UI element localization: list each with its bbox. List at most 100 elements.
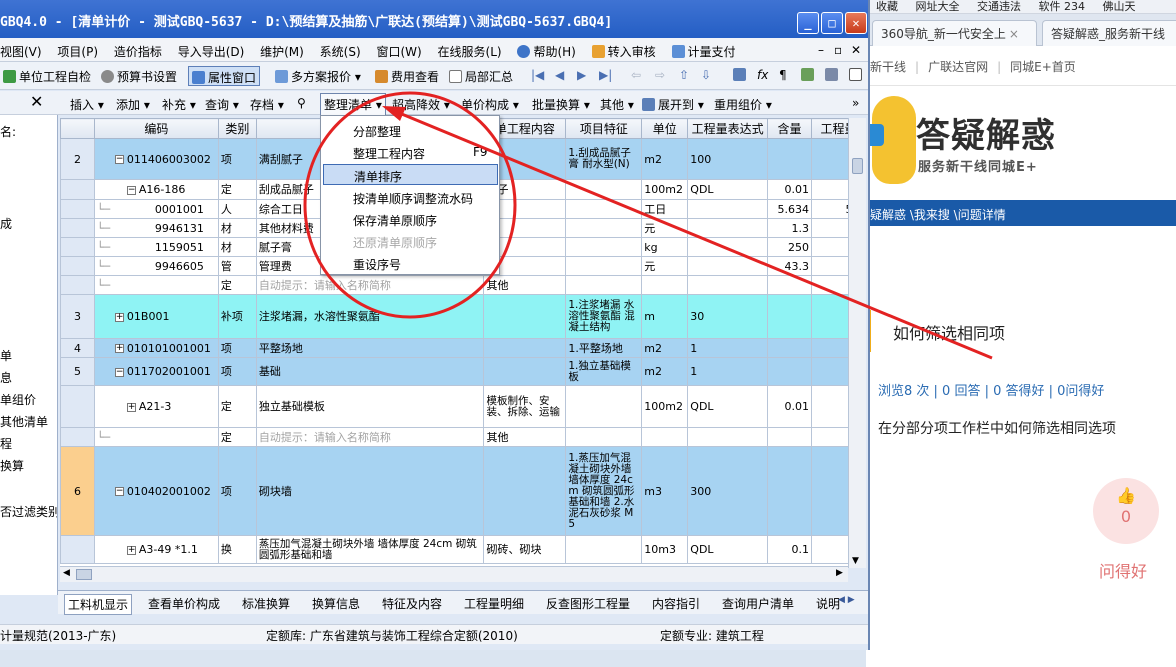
feature-cell[interactable] (565, 218, 643, 238)
minimize-button[interactable]: _ (797, 12, 819, 34)
favorites-item[interactable]: 佛山天 (1103, 0, 1136, 13)
unit-cell[interactable]: m2 (641, 357, 689, 386)
feature-cell[interactable] (565, 199, 643, 219)
other-menu[interactable]: 其他 ▾ (600, 96, 634, 113)
unit-cell[interactable]: 元 (641, 218, 689, 238)
category-cell[interactable]: 项 (217, 357, 257, 386)
supplement-menu[interactable]: 补充 ▾ (162, 96, 196, 113)
expression-cell[interactable]: 1 (687, 338, 769, 358)
header-category[interactable]: 类别 (217, 118, 257, 139)
breadcrumb[interactable]: 疑解惑 \我来搜 \问题详情 (866, 200, 1176, 226)
collapse-icon[interactable]: − (114, 367, 124, 377)
maximize-button[interactable]: □ (821, 12, 843, 34)
menu-system[interactable]: 系统(S) (320, 45, 361, 59)
archive-menu[interactable]: 存档 ▾ (250, 96, 284, 113)
content-cell[interactable] (483, 357, 567, 386)
menu-import-export[interactable]: 导入导出(D) (178, 45, 245, 59)
header-unit[interactable]: 单位 (641, 118, 689, 139)
name-cell[interactable]: 砌块墙 (255, 446, 485, 536)
vertical-scrollbar[interactable]: ▼ (848, 118, 866, 568)
amount-cell[interactable]: 0.1 (767, 535, 813, 564)
category-cell[interactable]: 项 (217, 338, 257, 358)
expression-cell[interactable]: QDL (687, 535, 769, 564)
menu-cost-index[interactable]: 造价指标 (114, 45, 162, 59)
code-cell[interactable]: └─ 0001001 (93, 199, 219, 219)
close-icon[interactable]: × (1009, 27, 1019, 41)
panel-item[interactable]: 否过滤类别 (0, 503, 57, 520)
menu-review[interactable]: 转入审核 (591, 45, 656, 59)
content-cell[interactable]: 其他 (483, 427, 567, 447)
code-cell[interactable]: + A3-49 *1.1 (93, 535, 219, 564)
category-cell[interactable]: 定 (217, 179, 257, 200)
menu-item-section-organize[interactable]: 分部整理 (323, 120, 498, 141)
category-cell[interactable]: 管 (217, 256, 257, 276)
expression-cell[interactable]: 30 (687, 294, 769, 339)
export-icon[interactable] (822, 66, 844, 86)
expression-cell[interactable]: QDL (687, 179, 769, 200)
prev-record-icon[interactable]: ◀ (552, 66, 567, 86)
table-row[interactable]: └─ 定 自动提示：请输入名称简称 其他 (60, 427, 866, 447)
content-cell[interactable]: 模板制作、安装、拆除、运输 (483, 385, 567, 428)
code-cell[interactable]: └─ (93, 275, 219, 295)
code-cell[interactable]: − A16-186 (93, 179, 219, 200)
expression-cell[interactable] (687, 256, 769, 276)
category-cell[interactable]: 补项 (217, 294, 257, 339)
code-cell[interactable]: −011702001001 (93, 357, 219, 386)
copy-icon[interactable] (798, 66, 820, 86)
favorites-item[interactable]: 收藏 (876, 0, 898, 13)
unit-cell[interactable]: kg (641, 237, 689, 257)
expression-cell[interactable]: 1 (687, 357, 769, 386)
category-cell[interactable]: 人 (217, 199, 257, 219)
height-reduction-menu[interactable]: 超高降效 ▾ (392, 96, 450, 113)
amount-cell[interactable] (767, 446, 813, 536)
menu-item-organize-content[interactable]: 整理工程内容 F9 (323, 142, 498, 163)
panel-item[interactable]: 息 (0, 369, 12, 386)
feature-cell[interactable] (565, 237, 643, 257)
amount-cell[interactable]: 1.3 (767, 218, 813, 238)
last-record-icon[interactable]: ▶| (596, 66, 615, 86)
code-cell[interactable]: └─ 9946605 (93, 256, 219, 276)
menu-payment[interactable]: 计量支付 (671, 45, 736, 59)
category-cell[interactable]: 定 (217, 427, 257, 447)
query-menu[interactable]: 查询 ▾ (205, 96, 239, 113)
paragraph-icon[interactable]: ¶ (776, 66, 790, 86)
partial-summary-button[interactable]: 局部汇总 (446, 66, 516, 86)
panel-item[interactable]: 程 (0, 435, 12, 452)
name-cell[interactable]: 蒸压加气混凝土砌块外墙 墙体厚度 24cm 砌筑圆弧形基础和墙 (255, 535, 485, 564)
expand-to-menu[interactable]: 展开到 ▾ (642, 96, 704, 113)
table-row[interactable]: 6 −010402001002 项 砌块墙 1.蒸压加气混凝土砌块外墙 墙体厚度… (60, 446, 866, 536)
menu-project[interactable]: 项目(P) (57, 45, 98, 59)
table-row[interactable]: + A3-49 *1.1 换 蒸压加气混凝土砌块外墙 墙体厚度 24cm 砌筑圆弧… (60, 535, 866, 564)
amount-cell[interactable] (767, 427, 813, 447)
reuse-pricing-menu[interactable]: 重用组价 ▾ (714, 96, 772, 113)
category-cell[interactable]: 项 (217, 138, 257, 180)
unit-cell[interactable]: 100m2 (641, 385, 689, 428)
add-menu[interactable]: 添加 ▾ (116, 96, 150, 113)
code-cell[interactable]: + A21-3 (93, 385, 219, 428)
amount-cell[interactable] (767, 338, 813, 358)
expression-cell[interactable] (687, 237, 769, 257)
unit-cell[interactable]: 元 (641, 256, 689, 276)
site-link[interactable]: 广联达官网 (928, 60, 988, 74)
category-cell[interactable]: 换 (217, 535, 257, 564)
collapse-icon[interactable]: − (114, 155, 124, 164)
multi-plan-quote-button[interactable]: 多方案报价 ▾ (272, 66, 364, 86)
content-cell[interactable] (483, 446, 567, 536)
amount-cell[interactable]: 5.634 (767, 199, 813, 219)
unit-cell[interactable]: m (641, 294, 689, 339)
amount-cell[interactable] (767, 138, 813, 180)
tab-unit-price[interactable]: 查看单价构成 (148, 595, 220, 612)
name-cell[interactable]: 平整场地 (255, 338, 485, 358)
feature-cell[interactable] (565, 179, 643, 200)
panel-item[interactable]: 成 (0, 215, 12, 232)
name-hint-cell[interactable]: 自动提示：请输入名称简称 (255, 427, 485, 447)
site-link[interactable]: 新干线 (870, 60, 906, 74)
menu-item-save-order[interactable]: 保存清单原顺序 (323, 209, 498, 230)
amount-cell[interactable]: 43.3 (767, 256, 813, 276)
menu-online[interactable]: 在线服务(L) (438, 45, 502, 59)
more-icon[interactable]: » (852, 96, 859, 110)
expression-cell[interactable]: 100 (687, 138, 769, 180)
panel-item[interactable]: 名: (0, 123, 16, 140)
expression-cell[interactable] (687, 199, 769, 219)
code-cell[interactable]: └─ 1159051 (93, 237, 219, 257)
